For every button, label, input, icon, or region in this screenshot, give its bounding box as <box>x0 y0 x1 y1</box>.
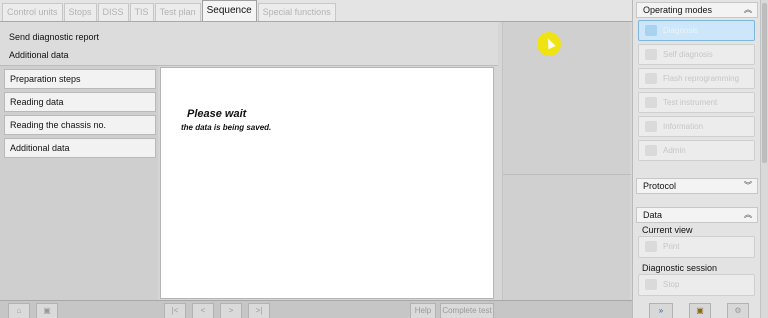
mode-admin-button[interactable]: Admin <box>638 140 755 161</box>
forward-icon[interactable]: » <box>649 303 673 318</box>
tab-strip: Control units Stops DISS TIS Test plan S… <box>0 0 632 22</box>
help-button[interactable]: Help <box>410 303 436 318</box>
window-icon[interactable]: ▣ <box>689 303 711 318</box>
tab-sequence[interactable]: Sequence <box>201 0 257 21</box>
printer-icon <box>645 241 657 252</box>
tab-test-plan[interactable]: Test plan <box>154 3 201 21</box>
side-panel: Operating modes ︽ Diagnosis Self diagnos… <box>632 0 760 318</box>
first-page-icon[interactable]: |< <box>164 303 186 318</box>
protocol-header[interactable]: Protocol ︾ <box>636 178 758 194</box>
stop-icon <box>645 279 657 290</box>
step-additional-data[interactable]: Additional data <box>4 138 156 158</box>
diagnosis-icon <box>645 25 657 36</box>
data-label: Data <box>643 210 663 220</box>
mode-label: Self diagnosis <box>663 50 713 59</box>
diagnostic-session-label: Diagnostic session <box>642 263 718 273</box>
tab-stops[interactable]: Stops <box>63 3 97 21</box>
wait-message-subtitle: the data is being saved. <box>181 123 272 132</box>
step-list: Preparation steps Reading data Reading t… <box>0 66 158 300</box>
mode-test-instrument-button[interactable]: Test instrument <box>638 92 755 113</box>
side-scrollbar[interactable] <box>760 0 768 318</box>
mode-label: Test instrument <box>663 98 718 107</box>
header-subtitle: Additional data <box>9 50 69 60</box>
step-reading-chassis[interactable]: Reading the chassis no. <box>4 115 156 135</box>
admin-icon <box>645 145 657 156</box>
step-preparation[interactable]: Preparation steps <box>4 69 156 89</box>
tab-special-functions[interactable]: Special functions <box>257 3 336 21</box>
scrollbar-thumb[interactable] <box>762 3 767 163</box>
mode-label: Information <box>663 122 704 131</box>
mode-label: Diagnosis <box>663 26 699 35</box>
save-icon[interactable]: ▣ <box>36 303 58 318</box>
next-page-icon[interactable]: > <box>220 303 242 318</box>
sequence-header: Send diagnostic report Additional data <box>0 22 498 66</box>
data-header[interactable]: Data ︽ <box>636 207 758 223</box>
chevron-up-icon: ︽ <box>744 210 752 219</box>
tab-control-units[interactable]: Control units <box>2 3 63 21</box>
stop-button[interactable]: Stop <box>638 274 755 296</box>
stop-label: Stop <box>663 280 680 289</box>
mode-label: Flash reprogramming <box>663 74 740 83</box>
last-page-icon[interactable]: >| <box>248 303 270 318</box>
tab-tis[interactable]: TIS <box>129 3 154 21</box>
operating-modes-label: Operating modes <box>643 5 713 15</box>
flash-icon <box>645 73 657 84</box>
settings-icon[interactable]: ⚙ <box>727 303 749 318</box>
print-label: Print <box>663 242 680 251</box>
prev-page-icon[interactable]: < <box>192 303 214 318</box>
print-button[interactable]: Print <box>638 236 755 258</box>
current-view-label: Current view <box>642 225 693 235</box>
panel-divider <box>503 174 631 175</box>
protocol-label: Protocol <box>643 181 677 191</box>
mode-information-button[interactable]: Information <box>638 116 755 137</box>
tab-diss[interactable]: DISS <box>97 3 129 21</box>
mode-self-diagnosis-button[interactable]: Self diagnosis <box>638 44 755 65</box>
step-reading-data[interactable]: Reading data <box>4 92 156 112</box>
test-instrument-icon <box>645 97 657 108</box>
chevron-up-icon: ︽ <box>744 5 752 14</box>
wait-message-title: Please wait <box>187 108 247 120</box>
complete-test-button[interactable]: Complete test <box>440 303 494 318</box>
bottom-toolbar: ⌂ ▣ |< < > >| Help Complete test <box>0 300 632 318</box>
mouse-pointer-icon <box>544 36 556 50</box>
header-title: Send diagnostic report <box>9 32 100 42</box>
info-panel <box>502 22 631 300</box>
self-diagnosis-icon <box>645 49 657 60</box>
mode-flash-reprogramming-button[interactable]: Flash reprogramming <box>638 68 755 89</box>
message-area: Please wait the data is being saved. <box>160 67 494 299</box>
home-icon[interactable]: ⌂ <box>8 303 30 318</box>
mode-diagnosis-button[interactable]: Diagnosis <box>638 20 755 41</box>
chevron-down-icon: ︾ <box>744 181 752 190</box>
mode-label: Admin <box>663 146 686 155</box>
operating-modes-header[interactable]: Operating modes ︽ <box>636 2 758 18</box>
information-icon <box>645 121 657 132</box>
cursor-highlight <box>537 32 561 56</box>
